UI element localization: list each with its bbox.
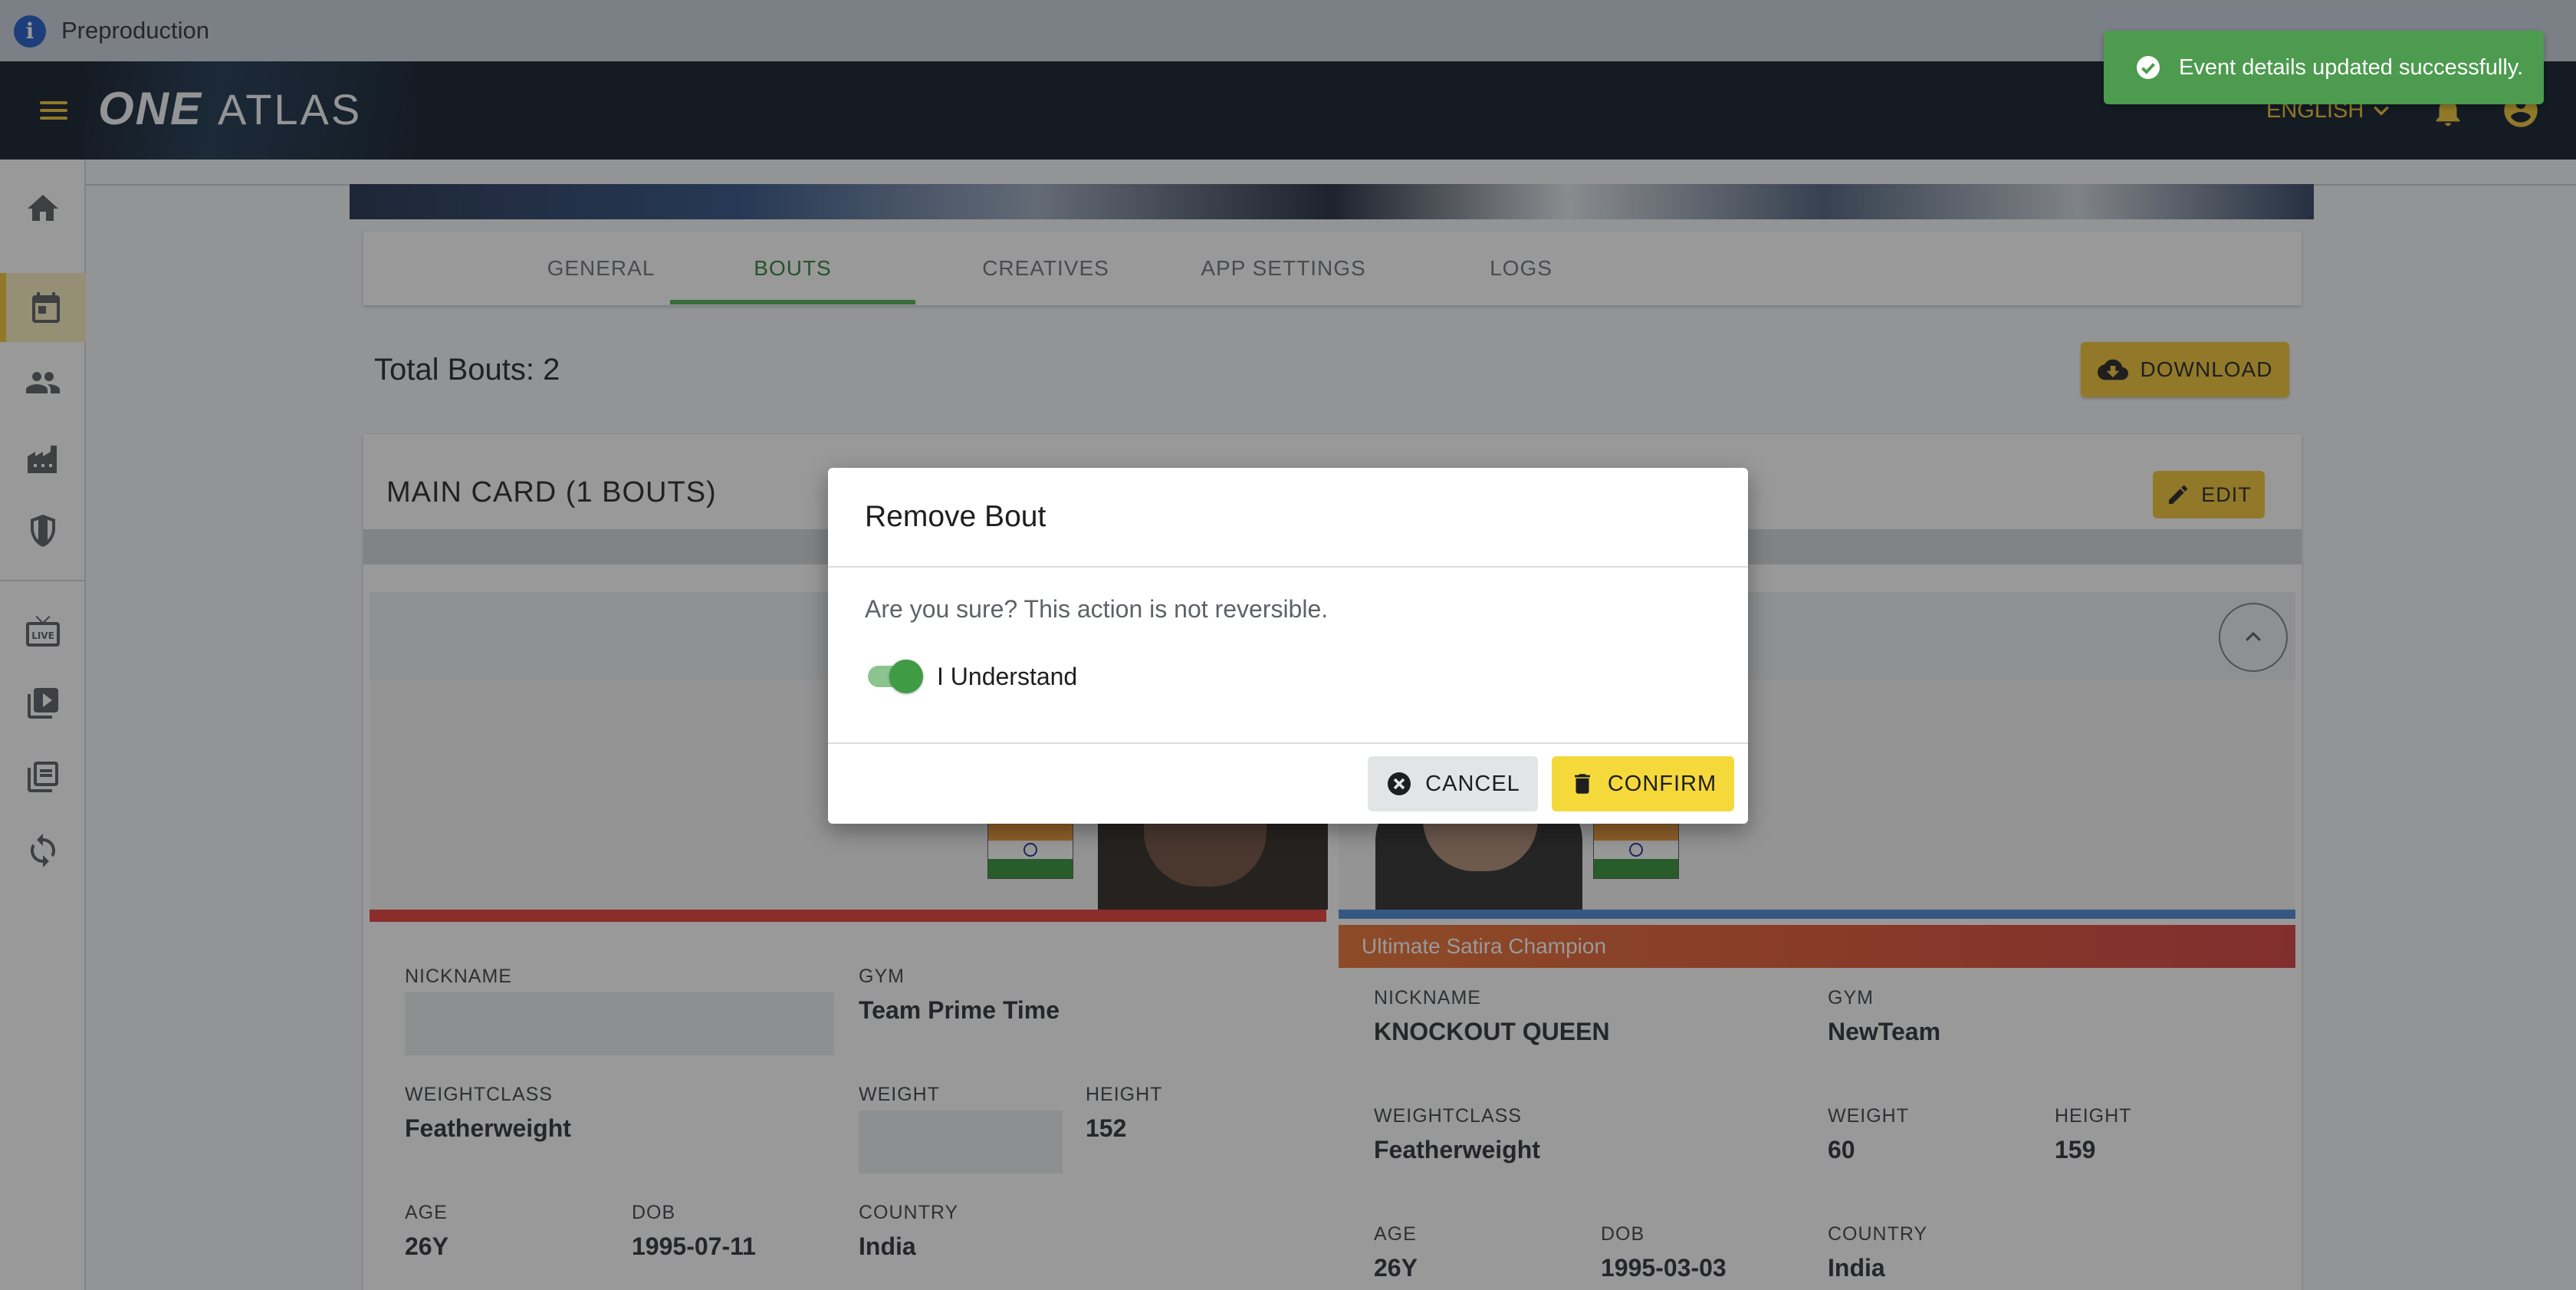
success-toast: Event details updated successfully. xyxy=(2104,31,2544,104)
cancel-icon xyxy=(1388,772,1411,795)
confirm-button[interactable]: CONFIRM xyxy=(1552,756,1734,811)
confirm-label: CONFIRM xyxy=(1607,771,1717,796)
toggle-label: I Understand xyxy=(937,663,1078,690)
cancel-label: CANCEL xyxy=(1425,771,1520,796)
dialog-title: Remove Bout xyxy=(865,500,1046,533)
trash-icon xyxy=(1574,774,1590,794)
dialog-divider xyxy=(828,742,1748,744)
toggle-knob xyxy=(889,660,923,693)
dialog-message: Are you sure? This action is not reversi… xyxy=(865,595,1329,623)
cancel-button[interactable]: CANCEL xyxy=(1368,756,1538,811)
dialog-divider xyxy=(828,566,1748,568)
check-circle-icon xyxy=(2137,56,2160,79)
toast-message: Event details updated successfully. xyxy=(2179,54,2524,80)
